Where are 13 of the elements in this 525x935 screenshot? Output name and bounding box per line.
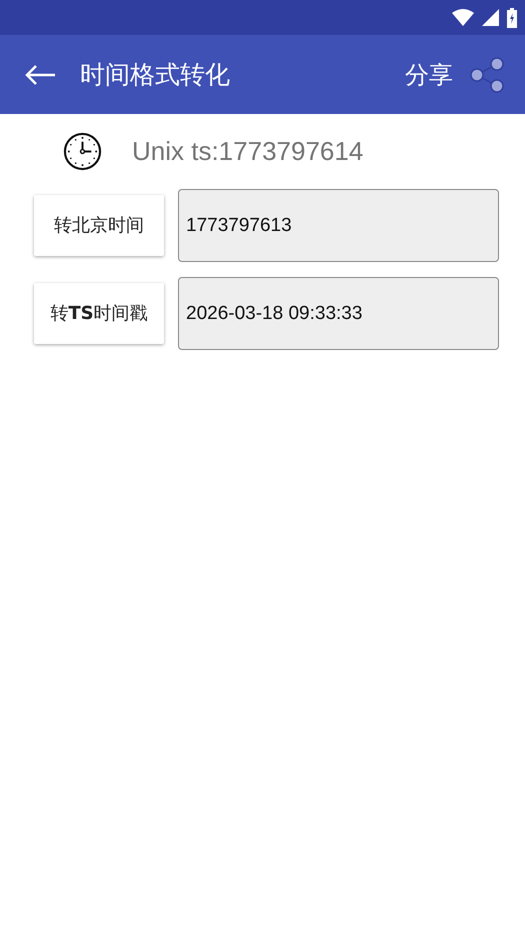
screen-title: 时间格式转化 <box>80 58 230 91</box>
wifi-icon <box>452 9 474 26</box>
input-field[interactable]: 1773797613 <box>178 189 499 262</box>
input-field[interactable]: 2026-03-18 09:33:33 <box>178 277 499 350</box>
clock-icon <box>63 132 102 171</box>
unix-timestamp: Unix ts:1773797614 <box>132 135 364 168</box>
battery-icon <box>507 8 517 28</box>
share-icon[interactable] <box>469 56 505 92</box>
signal-icon <box>482 9 499 26</box>
convert-button[interactable]: 转TS时间戳 <box>34 283 164 344</box>
share-button[interactable]: 分享 <box>405 56 453 92</box>
back-arrow-icon[interactable] <box>24 64 56 86</box>
convert-button[interactable]: 转北京时间 <box>34 195 164 256</box>
